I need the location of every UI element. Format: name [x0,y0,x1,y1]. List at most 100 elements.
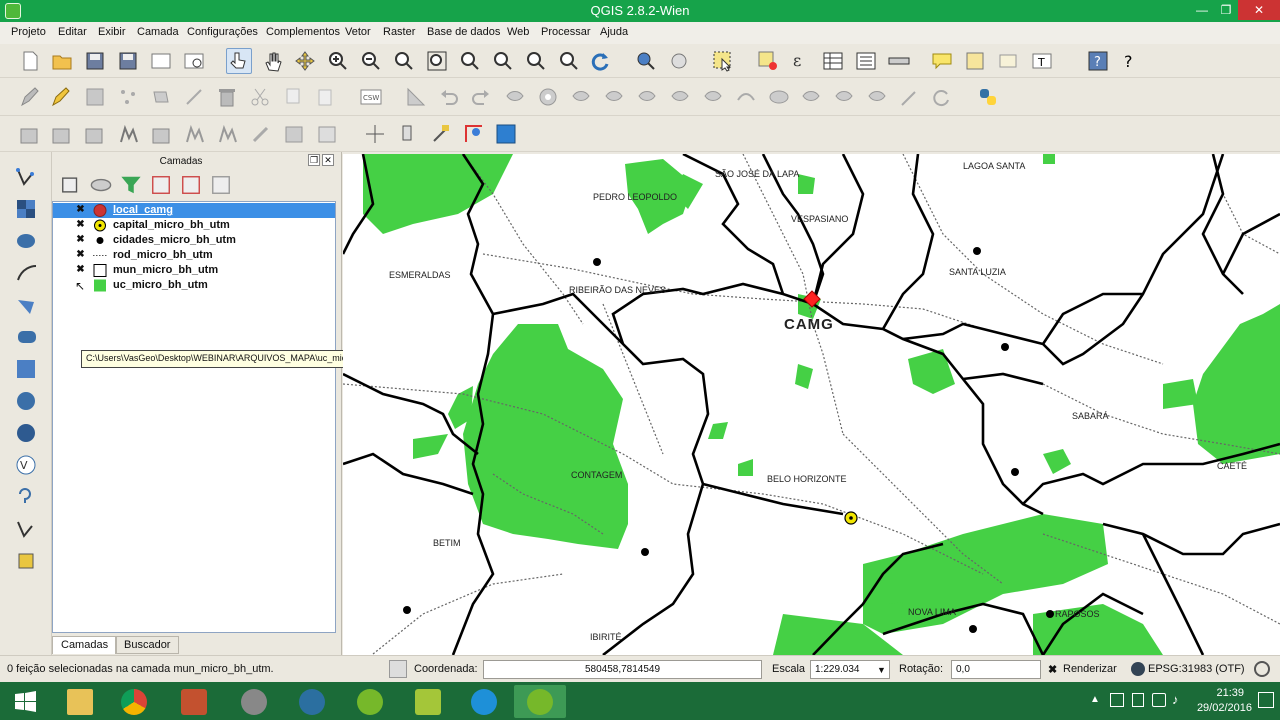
search-app-icon[interactable] [286,685,338,718]
add-postgis-layer-icon[interactable] [15,230,39,252]
tab-buscador[interactable]: Buscador [115,636,180,654]
attribute-table-icon[interactable] [822,50,844,72]
chevron-up-icon[interactable]: ▲ [1090,694,1100,705]
copy-features-icon[interactable] [281,86,303,108]
add-raster-layer-icon[interactable] [51,123,73,145]
add-mssql-layer-icon[interactable] [151,123,173,145]
text-annotation-icon[interactable]: T [1031,50,1053,72]
network-icon[interactable] [1152,693,1166,707]
manage-visibility-icon[interactable] [90,174,112,192]
pan-to-selection-icon[interactable] [294,50,316,72]
save-project-icon[interactable] [84,50,106,72]
add-ring-icon[interactable] [537,86,559,108]
delete-part-icon[interactable] [669,86,691,108]
zoom-out-icon[interactable] [360,50,382,72]
coordinate-field[interactable]: 580458,7814549 [483,660,762,679]
node-tool-icon[interactable] [183,86,205,108]
add-oracle-layer-icon[interactable] [184,123,206,145]
menu-ajuda[interactable]: Ajuda [600,26,628,38]
merge-features-icon[interactable] [833,86,855,108]
zoom-next-icon[interactable] [558,50,580,72]
simplify-feature-icon[interactable] [504,86,526,108]
openlayers-icon[interactable] [495,123,517,145]
visibility-checkbox[interactable]: ✖ [75,235,86,246]
rotation-field[interactable]: 0,0 [951,660,1041,679]
add-vector-layer-icon[interactable] [19,123,41,145]
add-mssql-layer-icon[interactable] [15,294,39,316]
chevron-down-icon[interactable]: ▼ [877,665,886,675]
expand-all-icon[interactable] [150,174,170,194]
collapse-all-icon[interactable] [180,174,200,194]
zoom-last-icon[interactable] [525,50,547,72]
whats-this-icon[interactable]: ? [1120,50,1142,72]
measure-line-icon[interactable] [888,50,910,72]
add-part-icon[interactable] [570,86,592,108]
volume-icon[interactable]: ♪ [1172,692,1179,707]
add-delimited-text-layer-icon[interactable] [316,123,338,145]
add-vector-layer-icon[interactable] [15,166,39,188]
add-feature-icon[interactable] [117,86,139,108]
add-wms-wmts-icon[interactable] [463,123,485,145]
menu-editar[interactable]: Editar [58,26,87,38]
menu-camada[interactable]: Camada [137,26,179,38]
split-features-icon[interactable] [768,86,790,108]
add-spatialite-layer-icon[interactable] [118,123,140,145]
chrome-icon[interactable] [108,685,160,718]
notifications-icon[interactable] [1258,692,1274,708]
add-raster-layer-icon[interactable] [15,198,39,220]
python-console-icon[interactable] [977,86,999,108]
cut-features-icon[interactable] [249,86,271,108]
zoom-in-icon[interactable] [327,50,349,72]
split-parts-icon[interactable] [800,86,822,108]
run-feature-action-icon[interactable] [668,50,690,72]
open-project-icon[interactable] [51,50,73,72]
new-bookmark-icon[interactable] [964,50,986,72]
paste-features-icon[interactable] [314,86,336,108]
close-button[interactable]: ✕ [1238,0,1280,20]
map-tips-icon[interactable] [931,50,953,72]
add-group-icon[interactable] [60,174,78,193]
qgis-desktop-icon[interactable] [514,685,566,718]
crs-status[interactable]: EPSG:31983 (OTF) [1148,663,1245,675]
start-button[interactable] [0,685,50,718]
digitize-crosshair-icon[interactable] [364,123,386,145]
refresh-icon[interactable] [589,50,611,72]
media-app-icon[interactable] [228,685,280,718]
undo-icon[interactable] [438,86,460,108]
delete-selected-icon[interactable] [216,86,238,108]
georeferencer-icon[interactable] [430,123,452,145]
merge-attributes-icon[interactable] [866,86,888,108]
new-project-icon[interactable] [19,50,41,72]
add-spatialite-layer-icon[interactable] [15,262,39,284]
toggle-editing-icon[interactable] [50,86,72,108]
new-shapefile-layer-icon[interactable] [15,518,39,540]
menu-complementos[interactable]: Complementos [266,26,340,38]
menu-projeto[interactable]: Projeto [11,26,46,38]
filter-legend-icon[interactable] [120,174,141,194]
add-virtual-layer-icon[interactable]: V [15,454,39,476]
add-postgis-layer-icon[interactable] [84,123,106,145]
add-wfs-layer-icon[interactable] [283,123,305,145]
menu-exibir[interactable]: Exibir [98,26,126,38]
add-wfs-layer-icon[interactable] [15,422,39,444]
offset-curve-icon[interactable] [735,86,757,108]
visibility-checkbox[interactable]: ✖ [75,250,86,261]
visibility-checkbox[interactable]: ✖ [75,220,86,231]
map-canvas[interactable]: LAGOA SANTA SÃO JOSÉ DA LAPA PEDRO LEOPO… [343,154,1280,655]
render-checkbox[interactable]: ✖ [1048,663,1057,676]
crs-globe-icon[interactable] [1131,662,1145,676]
layer-row-capital[interactable]: ✖ capital_micro_bh_utm [53,218,335,233]
internet-explorer-icon[interactable] [458,685,510,718]
new-spatialite-layer-icon[interactable] [15,550,39,572]
add-csv-layer-icon[interactable]: CSW [360,86,382,108]
help-contents-icon[interactable]: ? [1087,50,1109,72]
zoom-full-icon[interactable] [426,50,448,72]
layer-row-rod[interactable]: ✖ rod_micro_bh_utm [53,248,335,263]
layer-row-mun[interactable]: ✖ mun_micro_bh_utm [53,263,335,278]
add-delimited-text-icon[interactable] [15,486,39,508]
menu-vetor[interactable]: Vetor [345,26,371,38]
android-app-icon[interactable] [402,685,454,718]
visibility-checkbox[interactable]: ✖ [75,205,86,216]
add-oracle-layer-icon[interactable] [15,326,39,348]
advanced-digitize-icon[interactable] [405,86,427,108]
